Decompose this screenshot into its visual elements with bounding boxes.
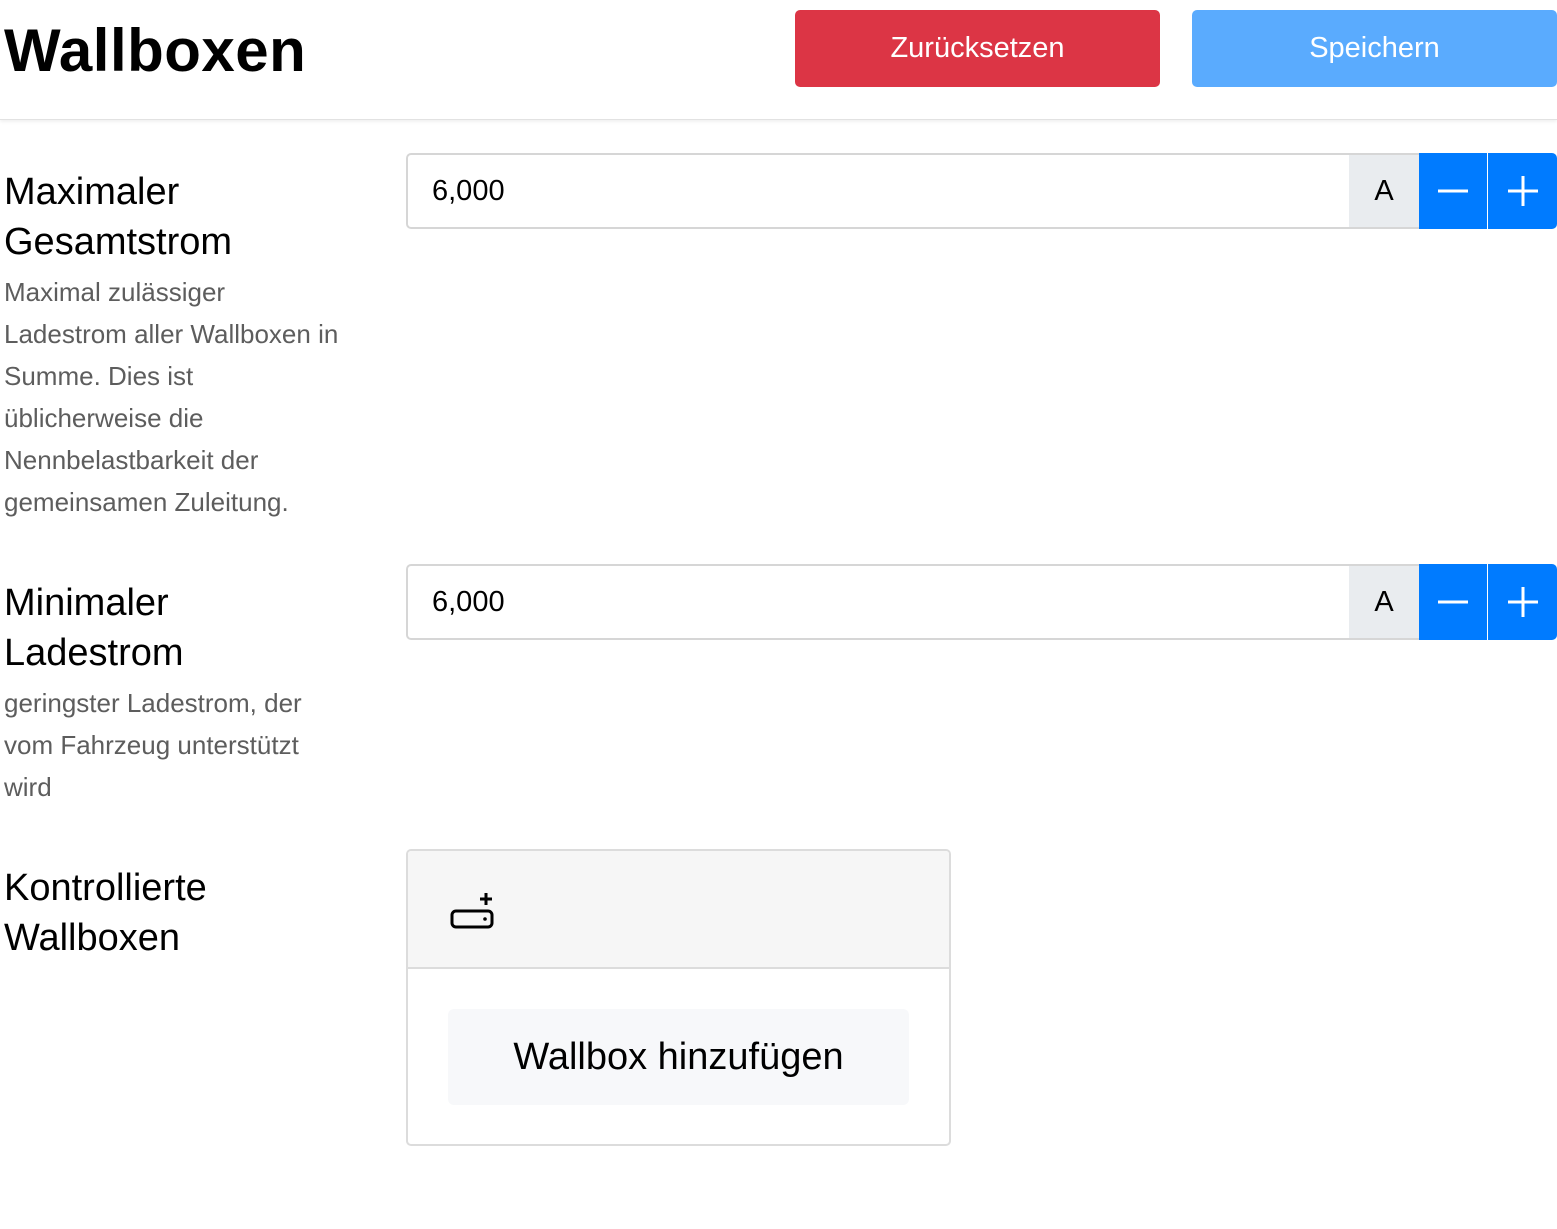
max-total-current-label-block: Maximaler Gesamtstrom Maximal zulässiger… <box>4 167 354 523</box>
decrement-button[interactable] <box>1419 153 1488 229</box>
min-charge-current-label-block: Minimaler Ladestrom geringster Ladestrom… <box>4 578 354 808</box>
plus-icon <box>1507 587 1538 617</box>
wallbox-card-header <box>408 851 949 969</box>
minus-icon <box>1438 600 1468 604</box>
plus-icon <box>1507 176 1538 206</box>
min-charge-current-title: Minimaler Ladestrom <box>4 582 184 674</box>
unit-label: A <box>1349 153 1419 229</box>
max-total-current-input[interactable] <box>406 153 1349 229</box>
min-charge-current-description: geringster Ladestrom, der vom Fahrzeug u… <box>4 688 302 802</box>
add-wallbox-button[interactable]: Wallbox hinzufügen <box>448 1009 909 1105</box>
max-total-current-input-group: A <box>406 153 1557 229</box>
increment-button[interactable] <box>1488 564 1557 640</box>
unit-label: A <box>1349 564 1419 640</box>
reset-button[interactable]: Zurücksetzen <box>795 10 1160 87</box>
minus-icon <box>1438 189 1468 193</box>
save-button[interactable]: Speichern <box>1192 10 1557 87</box>
page-title: Wallboxen <box>4 17 307 84</box>
add-wallbox-icon[interactable] <box>448 887 496 935</box>
increment-button[interactable] <box>1488 153 1557 229</box>
decrement-button[interactable] <box>1419 564 1488 640</box>
controlled-wallboxes-label-block: Kontrollierte Wallboxen <box>4 863 354 963</box>
page-header: Wallboxen Zurücksetzen Speichern <box>0 0 1557 120</box>
max-total-current-description: Maximal zulässiger Ladestrom aller Wallb… <box>4 277 339 517</box>
max-total-current-title: Maximaler Gesamtstrom <box>4 171 233 263</box>
controlled-wallboxes-title: Kontrollierte Wallboxen <box>4 867 207 959</box>
min-charge-current-input[interactable] <box>406 564 1349 640</box>
min-charge-current-input-group: A <box>406 564 1557 640</box>
wallbox-card: Wallbox hinzufügen <box>406 849 951 1146</box>
